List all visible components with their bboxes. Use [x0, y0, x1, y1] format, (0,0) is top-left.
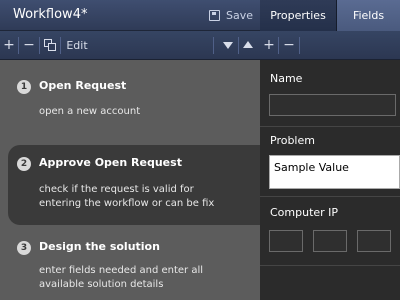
problem-field[interactable]: Sample Value: [269, 155, 400, 189]
step-description: open a new account: [39, 106, 141, 117]
add-field-button[interactable]: +: [260, 31, 278, 60]
title-bar: Workflow4* Save: [0, 0, 260, 31]
toolbar-divider: [213, 37, 214, 54]
field-divider: [260, 196, 400, 197]
fields-toolbar: + −: [260, 31, 400, 60]
tab-properties[interactable]: Properties: [260, 0, 337, 31]
duplicate-icon: [44, 39, 56, 51]
steps-toolbar: + − Edit: [0, 31, 260, 60]
toolbar-divider: [238, 37, 239, 54]
workflow-title: Workflow4*: [13, 7, 88, 22]
edit-button[interactable]: Edit: [61, 31, 93, 60]
step-description: enter fields needed and enter all availa…: [39, 265, 204, 290]
step-item[interactable]: 3 Design the solution enter fields neede…: [0, 239, 260, 299]
fields-panel: Properties Fields + − Name Problem Sampl…: [260, 0, 400, 300]
field-divider: [260, 126, 400, 127]
step-title: Design the solution: [39, 240, 160, 253]
field-label-computer-ip: Computer IP: [270, 206, 339, 219]
add-step-button[interactable]: +: [0, 31, 18, 60]
field-divider: [260, 265, 400, 266]
remove-field-button[interactable]: −: [279, 31, 299, 60]
name-field[interactable]: [269, 94, 396, 116]
save-label: Save: [226, 9, 254, 22]
tab-fields[interactable]: Fields: [337, 0, 400, 31]
step-item-selected[interactable]: 2 Approve Open Request check if the requ…: [8, 145, 260, 225]
step-title: Open Request: [39, 79, 127, 92]
field-label-name: Name: [270, 72, 303, 85]
step-number-badge: 1: [17, 80, 31, 94]
step-title: Approve Open Request: [39, 156, 182, 169]
workflow-panel: Workflow4* Save + − Edit 1 Open Request …: [0, 0, 260, 300]
step-number-badge: 2: [17, 157, 31, 171]
ip-octet-field[interactable]: [313, 230, 347, 252]
duplicate-step-button[interactable]: [40, 31, 60, 60]
remove-step-button[interactable]: −: [19, 31, 39, 60]
ip-octet-field[interactable]: [269, 230, 303, 252]
step-number-badge: 3: [17, 241, 31, 255]
step-item[interactable]: 1 Open Request open a new account: [0, 78, 260, 138]
move-down-icon[interactable]: [223, 42, 233, 49]
save-icon: [209, 10, 220, 21]
save-button[interactable]: Save: [200, 0, 260, 31]
move-up-icon[interactable]: [243, 41, 253, 48]
toolbar-divider: [299, 37, 300, 54]
ip-octet-field[interactable]: [357, 230, 391, 252]
field-label-problem: Problem: [270, 134, 315, 147]
step-description: check if the request is valid for enteri…: [39, 184, 215, 209]
tab-bar: Properties Fields: [260, 0, 400, 31]
